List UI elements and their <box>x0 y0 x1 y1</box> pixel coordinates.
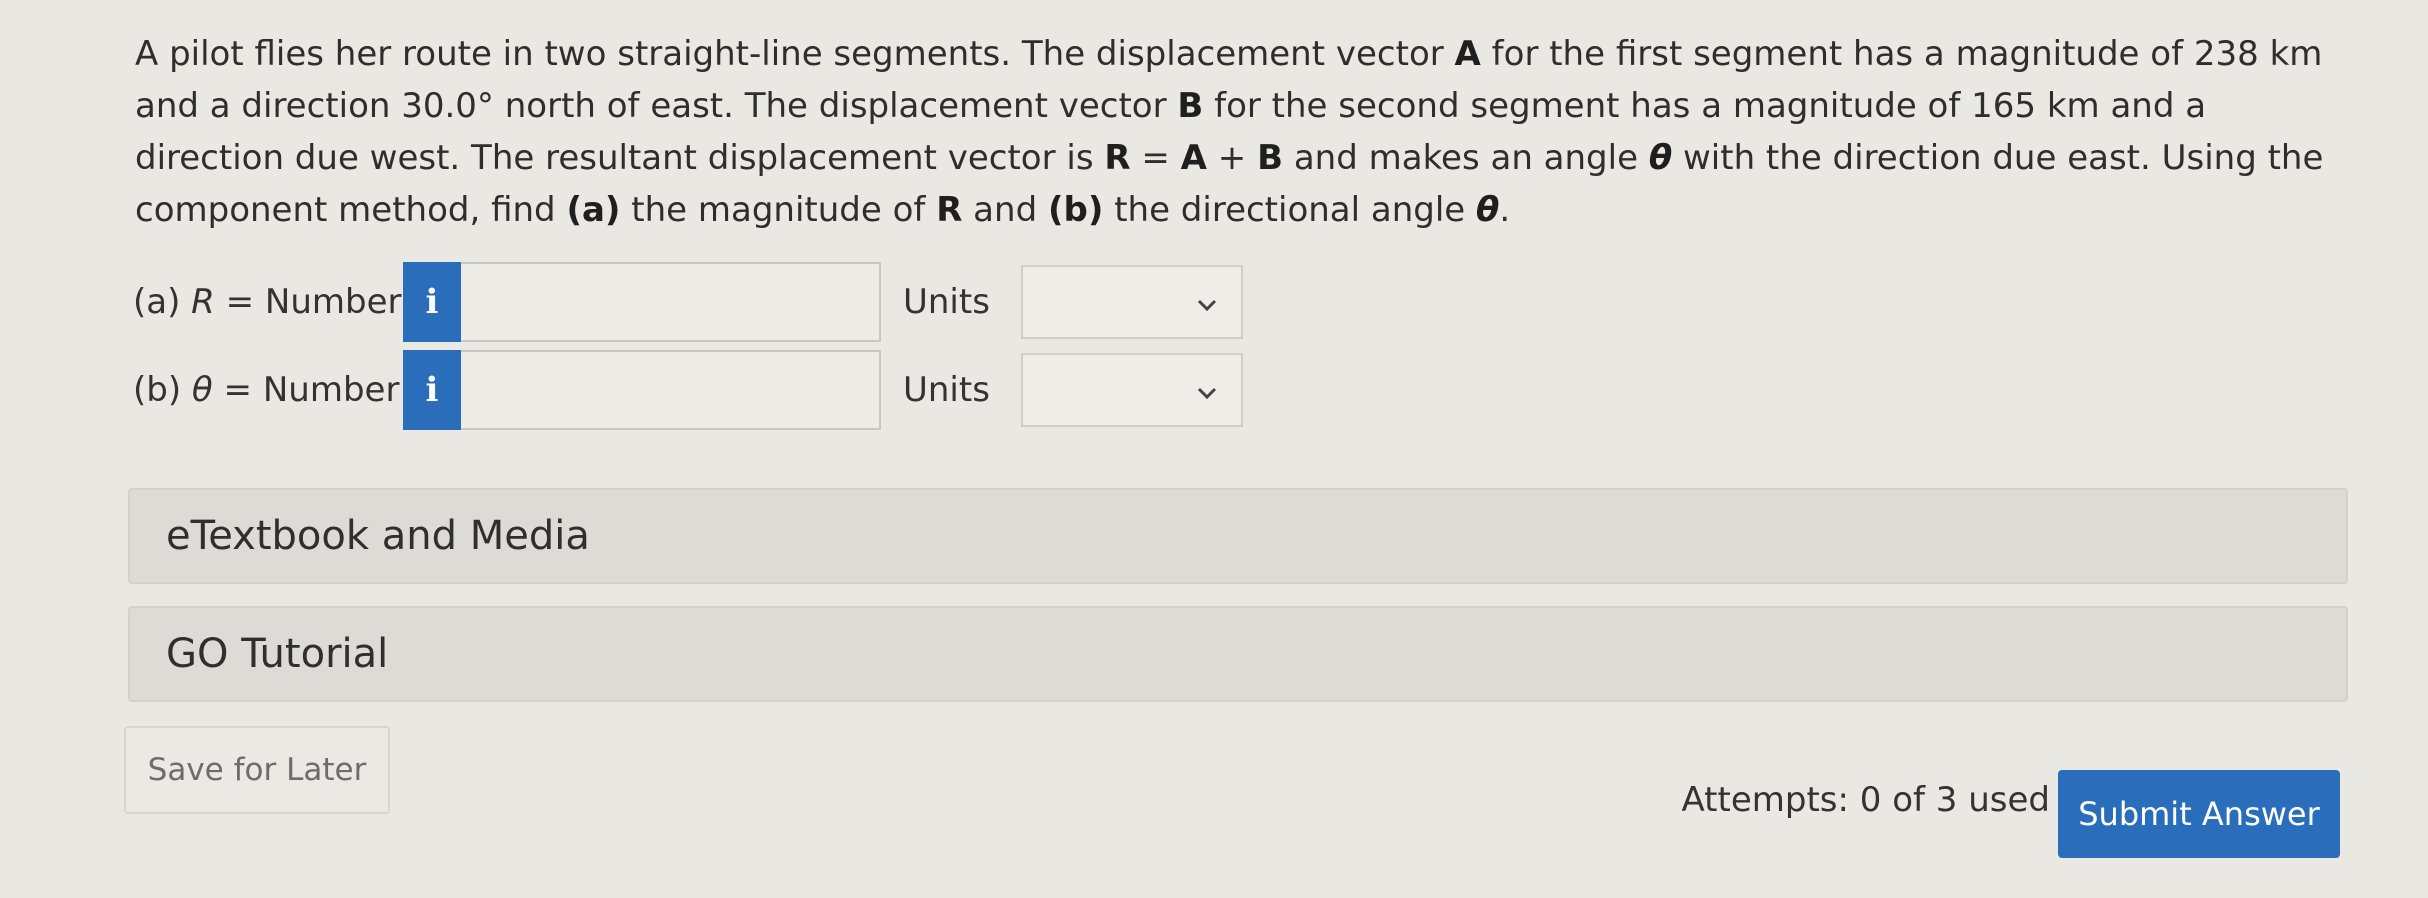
theta-symbol: θ <box>1476 190 1500 230</box>
problem-text: and makes an angle <box>1283 138 1649 178</box>
answer-row-a: (a) R = Number i Units <box>133 262 1243 342</box>
symbol-theta: θ <box>191 370 213 410</box>
attempts-counter: Attempts: 0 of 3 used <box>1681 780 2050 820</box>
problem-text: . <box>1499 190 1511 230</box>
label-prefix: (a) <box>133 282 192 322</box>
units-select-b[interactable] <box>1021 353 1243 427</box>
vector-r: R <box>936 190 963 230</box>
answer-label-b: (b) θ = Number <box>133 370 403 410</box>
vector-a: A <box>1454 34 1481 74</box>
answer-row-b: (b) θ = Number i Units <box>133 350 1243 430</box>
problem-text: and <box>962 190 1048 230</box>
vector-b: B <box>1177 86 1204 126</box>
units-label-a: Units <box>903 282 990 322</box>
label-suffix: = Number <box>214 282 402 322</box>
info-icon[interactable]: i <box>403 350 461 430</box>
go-tutorial-section[interactable]: GO Tutorial <box>128 606 2348 702</box>
problem-text: the magnitude of <box>620 190 937 230</box>
answer-label-a: (a) R = Number <box>133 282 403 322</box>
label-prefix: (b) <box>133 370 192 410</box>
info-icon[interactable]: i <box>403 262 461 342</box>
units-label-b: Units <box>903 370 990 410</box>
etextbook-and-media-section[interactable]: eTextbook and Media <box>128 488 2348 584</box>
answer-input-a[interactable] <box>461 262 881 342</box>
problem-text: A pilot flies her route in two straight-… <box>135 34 1455 74</box>
chevron-down-icon <box>1195 373 1219 413</box>
problem-statement: A pilot flies her route in two straight-… <box>135 28 2345 236</box>
vector-r: R <box>1104 138 1131 178</box>
answer-input-b[interactable] <box>461 350 881 430</box>
problem-text: the directional angle <box>1103 190 1477 230</box>
part-a-marker: (a) <box>566 190 621 230</box>
theta-symbol: θ <box>1648 138 1673 178</box>
vector-b: B <box>1257 138 1284 178</box>
save-for-later-button[interactable]: Save for Later <box>124 726 390 814</box>
vector-a: A <box>1180 138 1207 178</box>
plus-sign: + <box>1207 138 1258 178</box>
units-select-a[interactable] <box>1021 265 1243 339</box>
part-b-marker: (b) <box>1047 190 1104 230</box>
chevron-down-icon <box>1195 285 1219 325</box>
equals-sign: = <box>1130 138 1181 178</box>
label-suffix: = Number <box>212 370 400 410</box>
symbol-r: R <box>191 282 215 322</box>
submit-answer-button[interactable]: Submit Answer <box>2058 770 2340 858</box>
